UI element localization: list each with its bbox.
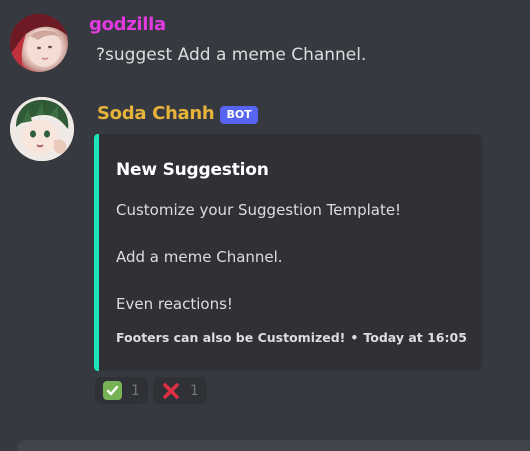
message-author[interactable]: Soda Chanh — [97, 102, 215, 126]
message-content: ?suggest Add a meme Channel. — [96, 45, 367, 65]
check-mark-icon — [103, 381, 122, 400]
message-header: Soda Chanh BOT — [97, 102, 258, 126]
reaction-check[interactable]: 1 — [95, 377, 148, 404]
suggestion-embed: New Suggestion Customize your Suggestion… — [94, 134, 482, 371]
bot-avatar[interactable] — [10, 97, 74, 161]
reaction-count: 1 — [189, 382, 199, 399]
embed-footer-text: Footers can also be Customized! — [116, 330, 346, 345]
embed-description-line: Add a meme Channel. — [116, 248, 283, 266]
reaction-cross[interactable]: 1 — [152, 377, 207, 404]
message-input[interactable] — [17, 440, 530, 451]
footer-separator: • — [350, 330, 359, 345]
chat-area: godzilla ?suggest Add a meme Channel. So… — [0, 0, 530, 451]
embed-footer: Footers can also be Customized! • Today at… — [116, 330, 467, 346]
embed-description-line: Customize your Suggestion Template! — [116, 201, 402, 219]
embed-description-line: Even reactions! — [116, 295, 233, 313]
embed-title: New Suggestion — [116, 160, 269, 180]
message-author[interactable]: godzilla — [89, 13, 166, 37]
reaction-count: 1 — [131, 382, 140, 399]
bot-badge: BOT — [220, 105, 258, 124]
reaction-bar: 1 1 — [95, 377, 207, 404]
embed-timestamp: Today at 16:05 — [363, 330, 467, 345]
avatar[interactable] — [10, 14, 68, 72]
cross-mark-icon — [161, 381, 181, 401]
